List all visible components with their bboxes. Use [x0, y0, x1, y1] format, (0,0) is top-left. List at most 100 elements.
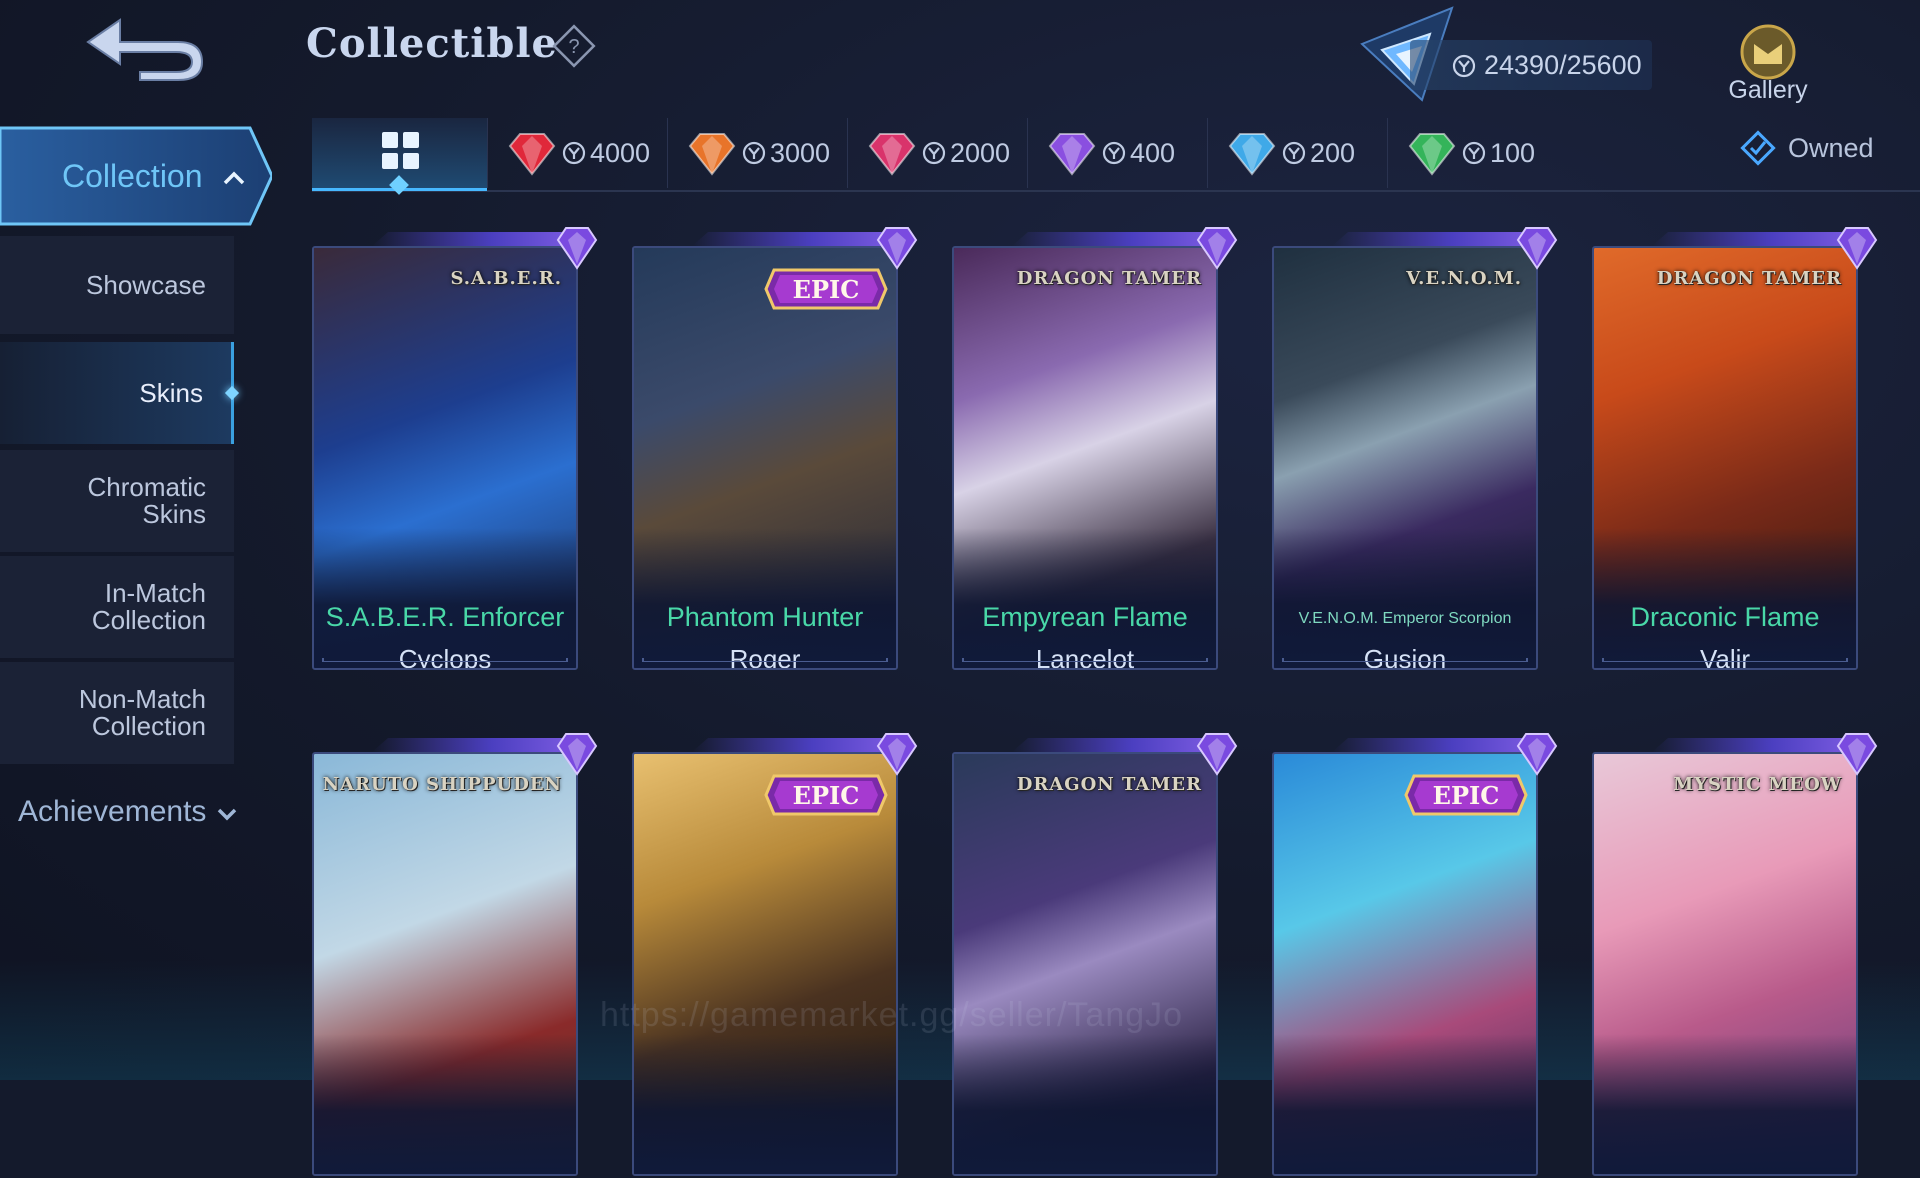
- owned-checkbox-icon: [1740, 130, 1776, 166]
- skin-name: Draconic Flame: [1630, 602, 1820, 632]
- skin-card[interactable]: EPIC Phantom Hunter Roger: [632, 227, 918, 672]
- series-logo: V.E.N.O.M.: [1406, 268, 1522, 289]
- sidebar-item-skins[interactable]: Skins: [0, 342, 240, 444]
- series-logo: DRAGON TAMER: [1656, 268, 1842, 289]
- active-tab-caret-icon: [389, 175, 409, 195]
- rarity-gem-icon: [556, 733, 598, 776]
- filter-value: 100: [1490, 137, 1536, 168]
- rarity-gem-icon: [1196, 733, 1238, 776]
- card-rarity-bar: [1652, 738, 1852, 752]
- skin-card[interactable]: EPIC: [1272, 733, 1558, 1178]
- back-arrow-icon: [86, 18, 204, 81]
- skin-card[interactable]: DRAGON TAMER Empyrean Flame Lancelot: [952, 227, 1238, 672]
- nav-achievements-label: Achievements: [18, 795, 207, 828]
- nav-collection-label: Collection: [62, 158, 203, 194]
- skin-card[interactable]: MYSTIC MEOW: [1592, 733, 1878, 1178]
- rarity-gem-icon: [868, 133, 916, 176]
- filter-tab-3000[interactable]: 3000: [667, 118, 848, 188]
- gallery-button[interactable]: Gallery: [1720, 20, 1816, 110]
- rarity-gem-icon: [556, 227, 598, 270]
- rarity-gem-icon: [1408, 133, 1456, 176]
- card-rarity-bar: [1652, 232, 1852, 246]
- skin-card[interactable]: NARUTO SHIPPUDEN: [312, 733, 598, 1178]
- sidebar-item-showcase[interactable]: Showcase: [0, 236, 234, 334]
- points-coin-icon: [1282, 141, 1306, 165]
- card-shade: [314, 1034, 576, 1174]
- skin-card[interactable]: DRAGON TAMER Draconic Flame Valir: [1592, 227, 1878, 672]
- sidebar-item-chromatic-skins[interactable]: Chromatic Skins: [0, 450, 234, 552]
- hero-name: Lancelot: [1035, 644, 1135, 670]
- sidebar-item-in-match-collection[interactable]: In-Match Collection: [0, 556, 234, 658]
- filter-tab-200[interactable]: 200: [1207, 118, 1388, 188]
- series-logo: DRAGON TAMER: [1016, 774, 1202, 795]
- card-rarity-bar: [1332, 738, 1532, 752]
- filter-tab-100[interactable]: 100: [1387, 118, 1568, 188]
- chevron-down-icon: [216, 795, 238, 829]
- points-value: 24390/25600: [1484, 49, 1642, 80]
- filter-tab-4000[interactable]: 4000: [487, 118, 668, 188]
- card-shade: [1594, 1034, 1856, 1174]
- rarity-gem-icon: [1836, 733, 1878, 776]
- card-bottom-trim: [962, 658, 1208, 662]
- card-rarity-bar: [1012, 738, 1212, 752]
- epic-badge: EPIC: [764, 266, 888, 312]
- epic-badge-label: EPIC: [792, 275, 860, 304]
- hero-name: Roger: [729, 644, 801, 670]
- skin-card-frame: S.A.B.E.R. S.A.B.E.R. Enforcer Cyclops: [312, 246, 578, 670]
- filter-value: 4000: [590, 137, 651, 168]
- points-coin-icon: [922, 141, 946, 165]
- epic-badge: EPIC: [764, 772, 888, 818]
- rarity-gem-icon: [1516, 227, 1558, 270]
- series-logo: DRAGON TAMER: [1016, 268, 1202, 289]
- card-bottom-trim: [322, 658, 568, 662]
- points-coin-icon: [1462, 141, 1486, 165]
- filter-tab-400[interactable]: 400: [1027, 118, 1208, 188]
- owned-toggle[interactable]: Owned: [1740, 130, 1874, 166]
- points-coin-icon: [1102, 141, 1126, 165]
- back-button[interactable]: [80, 12, 210, 82]
- points-coin-icon: [742, 141, 766, 165]
- epic-badge: EPIC: [1404, 772, 1528, 818]
- collector-points: 24390/25600: [1410, 40, 1652, 90]
- nav-collection[interactable]: Collection: [0, 122, 272, 230]
- sidebar-item-label: Skins: [139, 377, 203, 408]
- skin-card[interactable]: EPIC: [632, 733, 918, 1178]
- chevron-up-icon: [223, 171, 245, 185]
- rarity-gem-icon: [508, 133, 556, 176]
- points-coin-icon: [1452, 54, 1476, 78]
- sidebar-item-label: Non-Match Collection: [78, 684, 206, 741]
- gallery-icon: [1740, 24, 1796, 80]
- card-bottom-trim: [1282, 658, 1528, 662]
- rarity-gem-icon: [1516, 733, 1558, 776]
- hero-name: Valir: [1699, 644, 1751, 670]
- rarity-gem-icon: [876, 733, 918, 776]
- filter-value: 400: [1130, 137, 1176, 168]
- nav-achievements[interactable]: Achievements: [18, 795, 238, 829]
- series-logo: S.A.B.E.R.: [450, 268, 562, 289]
- sidebar-item-non-match-collection[interactable]: Non-Match Collection: [0, 662, 234, 764]
- rarity-gem-icon: [1836, 227, 1878, 270]
- skin-card-frame: EPIC: [1272, 752, 1538, 1176]
- filter-tab-2000[interactable]: 2000: [847, 118, 1028, 188]
- epic-badge-label: EPIC: [1432, 781, 1500, 810]
- card-bottom-trim: [642, 658, 888, 662]
- sidebar-item-label: In-Match Collection: [91, 578, 206, 635]
- skin-name: Empyrean Flame: [982, 602, 1188, 632]
- watermark: https://gamemarket.gg/seller/TangJo: [600, 996, 1184, 1034]
- rarity-gem-icon: [1196, 227, 1238, 270]
- skin-card[interactable]: S.A.B.E.R. S.A.B.E.R. Enforcer Cyclops: [312, 227, 598, 672]
- help-button[interactable]: ?: [552, 24, 596, 68]
- help-icon: ?: [552, 24, 596, 68]
- svg-text:?: ?: [568, 36, 579, 58]
- points-coin-icon: [562, 141, 586, 165]
- skin-card-frame: EPIC: [632, 752, 898, 1176]
- skin-card-frame: DRAGON TAMER Empyrean Flame Lancelot: [952, 246, 1218, 670]
- skin-card[interactable]: V.E.N.O.M. V.E.N.O.M. Emperor Scorpion Gus…: [1272, 227, 1558, 672]
- skin-name: Phantom Hunter: [666, 602, 864, 632]
- card-shade: [954, 1034, 1216, 1174]
- tab-all[interactable]: [312, 118, 487, 195]
- gallery-label: Gallery: [1728, 76, 1808, 104]
- skin-card[interactable]: DRAGON TAMER: [952, 733, 1238, 1178]
- card-bottom-trim: [1602, 658, 1848, 662]
- skin-card-frame: DRAGON TAMER Draconic Flame Valir: [1592, 246, 1858, 670]
